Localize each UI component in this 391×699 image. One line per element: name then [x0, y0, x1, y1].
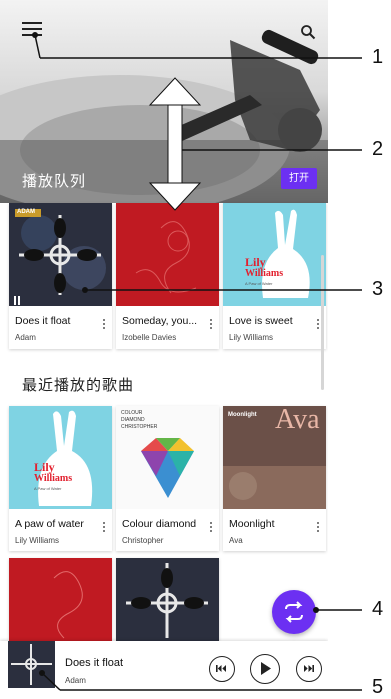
double-arrow-icon	[148, 77, 202, 211]
callout-1-line	[34, 34, 41, 59]
callout-number-2: 2	[372, 138, 384, 160]
callout-number-5: 5	[372, 676, 384, 698]
callout-number-1: 1	[372, 46, 384, 68]
callout-lines-overlay	[32, 32, 362, 691]
callout-number-3: 3	[372, 278, 384, 300]
callout-number-4: 4	[372, 598, 384, 620]
callout-5-line	[41, 672, 61, 691]
